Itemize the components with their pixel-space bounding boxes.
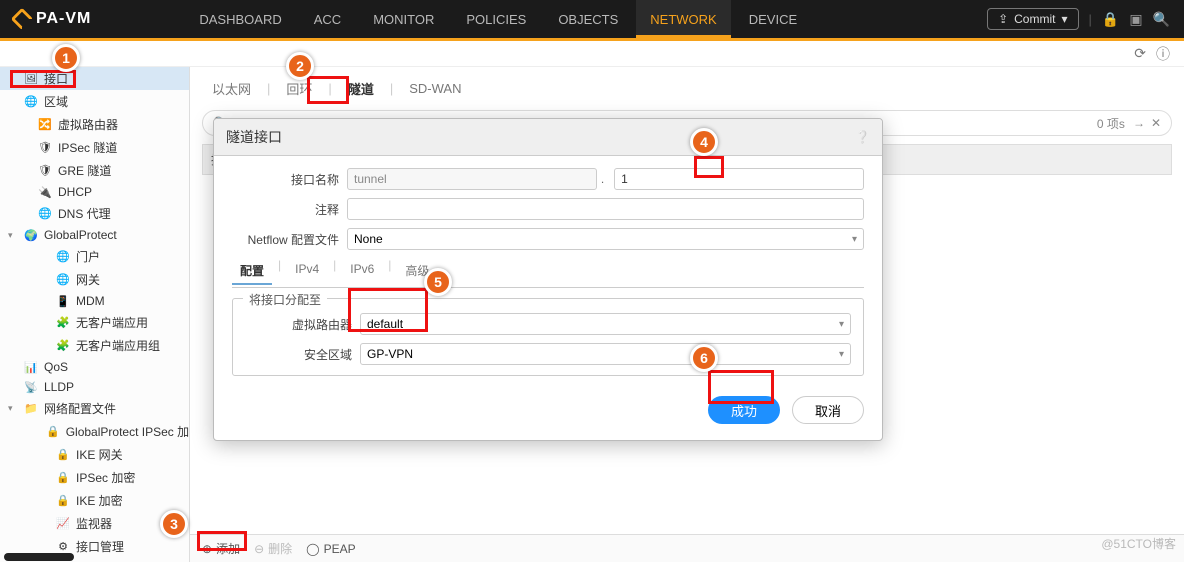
chevron-down-icon: ▾	[839, 319, 844, 330]
vr-value: default	[367, 317, 403, 331]
comment-input[interactable]	[347, 198, 864, 220]
chevron-down-icon: ▾	[852, 234, 857, 245]
dialog-title: 隧道接口	[226, 127, 282, 147]
dialog-footer: 成功 取消	[214, 392, 882, 440]
dialog-tab[interactable]: IPv4	[287, 258, 327, 285]
vr-label: 虚拟路由器	[245, 316, 360, 333]
dialog-tab[interactable]: 高级	[397, 258, 437, 285]
ok-button[interactable]: 成功	[708, 396, 780, 424]
assign-fieldset: 将接口分配至 虚拟路由器 default ▾ 安全区域 GP-VPN ▾	[232, 298, 864, 376]
help-icon[interactable]: ❔	[855, 130, 870, 144]
netflow-value: None	[354, 232, 383, 246]
dialog-tabs: 配置|IPv4|IPv6|高级	[232, 258, 864, 288]
zone-label: 安全区域	[245, 346, 360, 363]
interface-name-input	[347, 168, 597, 190]
virtual-router-select[interactable]: default ▾	[360, 313, 851, 335]
zone-value: GP-VPN	[367, 347, 413, 361]
name-label: 接口名称	[232, 171, 347, 188]
dialog-body: 接口名称 . 注释 Netflow 配置文件 None ▾ 配置|IPv4|IP…	[214, 156, 882, 392]
tunnel-interface-dialog: 隧道接口 ❔ 接口名称 . 注释 Netflow 配置文件 None ▾ 配置|…	[213, 118, 883, 441]
assign-legend: 将接口分配至	[243, 291, 327, 308]
dialog-tab[interactable]: 配置	[232, 258, 272, 285]
security-zone-select[interactable]: GP-VPN ▾	[360, 343, 851, 365]
dialog-header: 隧道接口 ❔	[214, 119, 882, 156]
comment-label: 注释	[232, 201, 347, 218]
dot: .	[601, 172, 604, 186]
dialog-tab[interactable]: IPv6	[342, 258, 382, 285]
watermark: @51CTO博客	[1101, 535, 1176, 552]
chevron-down-icon: ▾	[839, 349, 844, 360]
interface-suffix-input[interactable]	[614, 168, 864, 190]
netflow-select[interactable]: None ▾	[347, 228, 864, 250]
netflow-label: Netflow 配置文件	[232, 231, 347, 248]
cancel-button[interactable]: 取消	[792, 396, 864, 424]
